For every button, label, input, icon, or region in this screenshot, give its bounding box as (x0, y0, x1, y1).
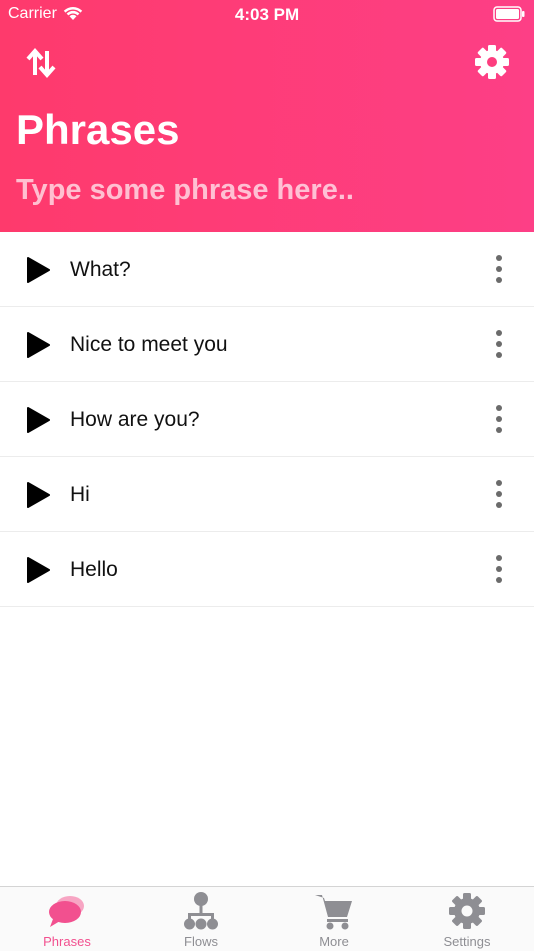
play-icon[interactable] (26, 332, 50, 358)
settings-button[interactable] (472, 42, 512, 82)
play-icon[interactable] (26, 557, 50, 583)
tab-label: Phrases (43, 934, 91, 949)
phrase-label: Hello (70, 558, 118, 581)
list-item[interactable]: What? (0, 232, 534, 307)
tab-label: More (319, 934, 349, 949)
tab-phrases[interactable]: Phrases (0, 887, 134, 951)
more-vertical-icon[interactable] (488, 254, 510, 284)
phrase-label: Hi (70, 483, 90, 506)
phrase-label: What? (70, 258, 131, 281)
tab-more[interactable]: More (267, 887, 401, 951)
header: Carrier 4:03 PM Phrases Type some phrase… (0, 0, 534, 232)
gear-icon (449, 893, 485, 929)
tab-label: Settings (443, 934, 491, 949)
sort-arrows-icon (26, 47, 56, 79)
gear-icon (475, 45, 509, 79)
phrase-label: Nice to meet you (70, 333, 228, 356)
play-icon[interactable] (26, 407, 50, 433)
chat-bubbles-icon (49, 896, 84, 927)
battery-icon (493, 6, 525, 22)
tab-settings[interactable]: Settings (400, 887, 534, 951)
status-bar: Carrier 4:03 PM (0, 0, 534, 30)
tab-label: Flows (184, 934, 218, 949)
more-vertical-icon[interactable] (488, 329, 510, 359)
list-item[interactable]: How are you? (0, 382, 534, 457)
phrase-list: What? Nice to meet you How are you? Hi H… (0, 232, 534, 607)
list-item[interactable]: Hello (0, 532, 534, 607)
hierarchy-icon (184, 892, 218, 930)
status-time: 4:03 PM (234, 5, 300, 24)
phrase-input[interactable] (16, 170, 516, 210)
list-item[interactable]: Hi (0, 457, 534, 532)
more-vertical-icon[interactable] (488, 554, 510, 584)
phrase-label: How are you? (70, 408, 200, 431)
play-icon[interactable] (26, 257, 50, 283)
more-vertical-icon[interactable] (488, 479, 510, 509)
play-icon[interactable] (26, 482, 50, 508)
sort-button[interactable] (22, 43, 62, 83)
tab-bar: Phrases Flows More Settings (0, 886, 534, 951)
tab-flows[interactable]: Flows (134, 887, 268, 951)
page-title: Phrases (16, 106, 180, 153)
list-item[interactable]: Nice to meet you (0, 307, 534, 382)
more-vertical-icon[interactable] (488, 404, 510, 434)
cart-icon (315, 895, 352, 930)
